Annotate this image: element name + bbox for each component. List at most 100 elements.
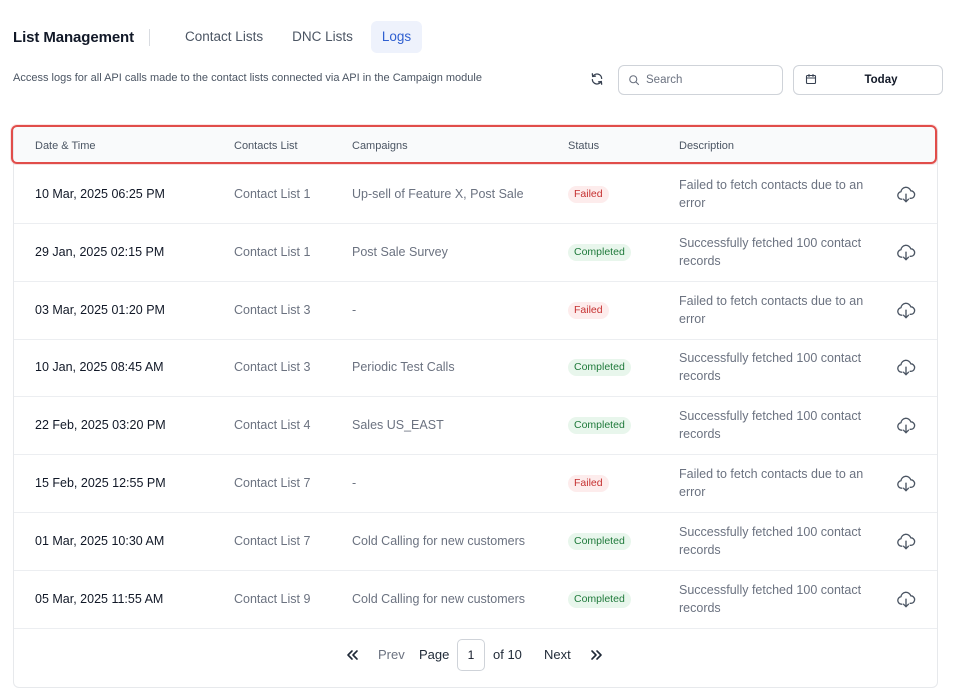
status-badge: Completed (568, 590, 631, 608)
date-filter-button[interactable]: Today (793, 65, 943, 95)
row-campaigns: Cold Calling for new customers (352, 533, 525, 548)
download-icon (897, 302, 916, 318)
table-row: 10 Jan, 2025 08:45 AM Contact List 3 Perio… (14, 339, 937, 398)
status-badge: Failed (568, 301, 609, 319)
status-badge: Completed (568, 532, 631, 550)
column-header-contacts-list[interactable]: Contacts List (234, 127, 298, 165)
row-status: Failed (568, 301, 609, 319)
table-row: 22 Feb, 2025 03:20 PM Contact List 4 Sales… (14, 397, 937, 456)
last-page-button[interactable] (590, 639, 604, 671)
row-campaigns: - (352, 302, 357, 317)
next-page-button[interactable]: Next (544, 639, 571, 671)
column-header-status[interactable]: Status (568, 127, 599, 165)
status-badge: Completed (568, 243, 631, 261)
calendar-icon (805, 73, 817, 85)
status-badge: Completed (568, 417, 631, 435)
download-icon (897, 475, 916, 492)
row-status: Completed (568, 243, 631, 261)
row-datetime: 15 Feb, 2025 12:55 PM (35, 476, 166, 490)
row-campaigns: Up-sell of Feature X, Post Sale (352, 187, 524, 201)
download-icon (897, 244, 916, 261)
row-datetime: 22 Feb, 2025 03:20 PM (35, 418, 166, 433)
row-status: Failed (568, 186, 609, 203)
row-campaigns: Post Sale Survey (352, 244, 448, 259)
download-button[interactable] (896, 301, 916, 321)
row-campaigns: - (352, 476, 357, 490)
row-description: Successfully fetched 100 contact records (679, 351, 862, 384)
table-row: 03 Mar, 2025 01:20 PM Contact List 3 - Fail… (14, 282, 937, 340)
table-header: Date & Time Contacts List Campaigns Stat… (14, 127, 937, 165)
row-datetime: 05 Mar, 2025 11:55 AM (35, 591, 164, 606)
status-badge: Failed (568, 186, 609, 203)
search-box[interactable] (618, 65, 783, 95)
download-button[interactable] (896, 358, 916, 378)
row-contacts-list: Contact List 7 (234, 476, 311, 490)
double-chevron-left-icon (347, 650, 358, 660)
row-datetime: 10 Jan, 2025 08:45 AM (35, 360, 164, 375)
download-icon (897, 533, 916, 550)
prev-page-button[interactable]: Prev (378, 639, 405, 671)
row-description: Failed to fetch contacts due to an error (679, 178, 864, 210)
logs-table: Date & Time Contacts List Campaigns Stat… (13, 126, 938, 688)
table-row: 29 Jan, 2025 02:15 PM Contact List 1 Post … (14, 224, 937, 282)
row-description: Successfully fetched 100 contact records (679, 235, 862, 268)
row-status: Completed (568, 532, 631, 550)
row-datetime: 03 Mar, 2025 01:20 PM (35, 302, 165, 317)
row-status: Completed (568, 590, 631, 608)
row-status: Completed (568, 359, 631, 377)
column-header-campaigns[interactable]: Campaigns (352, 127, 408, 165)
row-datetime: 01 Mar, 2025 10:30 AM (35, 533, 165, 548)
download-button[interactable] (896, 474, 916, 494)
status-badge: Failed (568, 475, 609, 492)
row-datetime: 29 Jan, 2025 02:15 PM (35, 244, 165, 259)
row-contacts-list: Contact List 3 (234, 360, 311, 375)
header-divider (149, 28, 151, 46)
download-button[interactable] (896, 590, 916, 610)
row-description: Failed to fetch contacts due to an error (679, 467, 864, 499)
column-header-description[interactable]: Description (679, 127, 734, 165)
table-row: 05 Mar, 2025 11:55 AM Contact List 9 Cold … (14, 571, 937, 629)
first-page-button[interactable] (345, 639, 359, 671)
download-icon (897, 417, 916, 434)
search-input[interactable] (646, 74, 776, 86)
refresh-button[interactable] (588, 70, 606, 88)
download-button[interactable] (896, 185, 916, 205)
row-datetime: 10 Mar, 2025 06:25 PM (35, 187, 165, 201)
download-icon (897, 360, 916, 376)
download-icon (897, 186, 916, 203)
top-bar: List Management Contact Lists DNC Lists … (13, 21, 429, 53)
tab-contact-lists[interactable]: Contact Lists (174, 21, 274, 53)
page-number-input[interactable] (457, 639, 485, 671)
row-description: Successfully fetched 100 contact records (679, 409, 862, 442)
column-header-date-time[interactable]: Date & Time (35, 127, 96, 165)
table-row: 10 Mar, 2025 06:25 PM Contact List 1 Up-se… (14, 166, 937, 224)
row-campaigns: Periodic Test Calls (352, 360, 455, 375)
row-contacts-list: Contact List 7 (234, 533, 311, 548)
double-chevron-right-icon (591, 650, 602, 660)
row-contacts-list: Contact List 4 (234, 418, 311, 433)
tab-logs[interactable]: Logs (370, 21, 423, 53)
tab-dnc-lists[interactable]: DNC Lists (281, 21, 364, 53)
download-button[interactable] (896, 416, 916, 436)
page-description: Access logs for all API calls made to th… (13, 72, 482, 84)
pagination: Prev Page of 10 Next (0, 639, 956, 671)
row-contacts-list: Contact List 1 (234, 244, 311, 259)
refresh-icon (591, 73, 603, 85)
row-contacts-list: Contact List 9 (234, 591, 311, 606)
row-campaigns: Sales US_EAST (352, 418, 444, 433)
row-description: Failed to fetch contacts due to an error (679, 293, 864, 326)
row-description: Successfully fetched 100 contact records (679, 582, 862, 615)
row-contacts-list: Contact List 3 (234, 302, 311, 317)
status-badge: Completed (568, 359, 631, 377)
total-pages-label: of 10 (493, 647, 522, 662)
download-button[interactable] (896, 532, 916, 552)
row-status: Completed (568, 417, 631, 435)
row-campaigns: Cold Calling for new customers (352, 591, 525, 606)
table-row: 15 Feb, 2025 12:55 PM Contact List 7 - Fail… (14, 455, 937, 513)
row-contacts-list: Contact List 1 (234, 187, 311, 201)
row-description: Successfully fetched 100 contact records (679, 524, 862, 557)
row-status: Failed (568, 475, 609, 492)
download-button[interactable] (896, 243, 916, 263)
table-row: 01 Mar, 2025 10:30 AM Contact List 7 Cold … (14, 513, 937, 571)
download-icon (897, 591, 916, 607)
